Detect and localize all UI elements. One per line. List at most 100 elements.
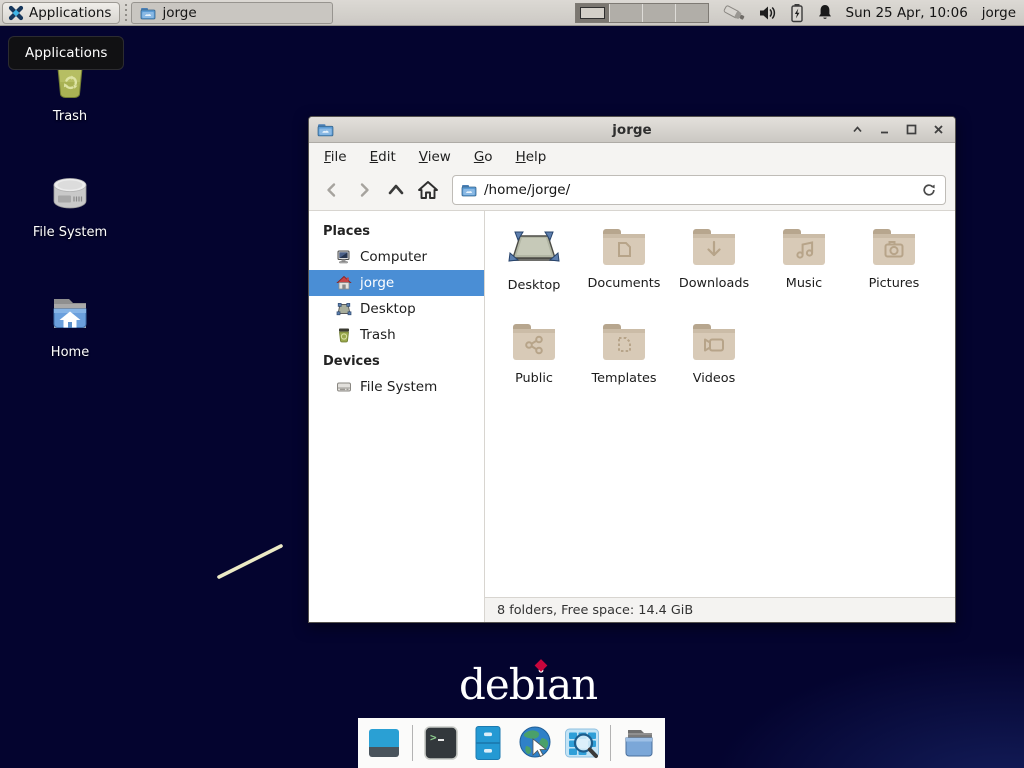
menu-edit[interactable]: Edit bbox=[370, 149, 396, 165]
pictures-folder-icon bbox=[870, 225, 918, 271]
svg-text:>: > bbox=[430, 731, 437, 744]
desktop-icon-label: File System bbox=[33, 225, 107, 240]
sidebar-item-label: File System bbox=[360, 379, 437, 395]
applications-menu-icon bbox=[8, 5, 24, 21]
file-grid: Desktop Documents bbox=[485, 211, 955, 597]
computer-icon bbox=[336, 249, 352, 265]
menu-help[interactable]: Help bbox=[516, 149, 547, 165]
back-button[interactable] bbox=[318, 176, 346, 204]
application-finder-icon bbox=[563, 724, 601, 762]
applications-menu-button[interactable]: Applications bbox=[2, 2, 120, 24]
statusbar: 8 folders, Free space: 14.4 GiB bbox=[485, 597, 955, 622]
menu-view[interactable]: View bbox=[419, 149, 451, 165]
file-item-downloads[interactable]: Downloads bbox=[669, 225, 759, 320]
terminal-launcher[interactable]: > bbox=[422, 724, 460, 762]
terminal-icon: > bbox=[422, 724, 460, 762]
maximize-button[interactable] bbox=[903, 121, 920, 138]
menu-file[interactable]: File bbox=[324, 149, 347, 165]
home-button[interactable] bbox=[414, 176, 442, 204]
close-button[interactable] bbox=[930, 121, 947, 138]
workspace-2[interactable] bbox=[609, 4, 642, 22]
volume-icon[interactable] bbox=[758, 4, 778, 22]
forward-button[interactable] bbox=[350, 176, 378, 204]
file-label: Videos bbox=[693, 371, 736, 386]
file-item-pictures[interactable]: Pictures bbox=[849, 225, 939, 320]
taskbar-button-jorge[interactable]: jorge bbox=[131, 2, 333, 24]
reload-icon[interactable] bbox=[921, 182, 937, 198]
file-item-documents[interactable]: Documents bbox=[579, 225, 669, 320]
desktop-icon-label: Home bbox=[51, 345, 89, 360]
file-label: Downloads bbox=[679, 276, 749, 291]
file-label: Documents bbox=[588, 276, 661, 291]
file-item-public[interactable]: Public bbox=[489, 320, 579, 415]
desktop-icon bbox=[507, 225, 561, 273]
taskbar-button-label: jorge bbox=[162, 5, 196, 21]
toolbar: /home/jorge/ bbox=[309, 170, 955, 211]
sidebar-item-computer[interactable]: Computer bbox=[309, 244, 484, 270]
debian-logo-text: an bbox=[547, 660, 597, 709]
stylus-tool-icon[interactable] bbox=[721, 3, 747, 23]
file-manager-launcher[interactable] bbox=[469, 724, 507, 762]
battery-icon[interactable] bbox=[789, 3, 805, 23]
up-button[interactable] bbox=[382, 176, 410, 204]
hard-drive-icon bbox=[336, 379, 352, 395]
videos-folder-icon bbox=[690, 320, 738, 366]
web-browser-launcher[interactable] bbox=[516, 724, 554, 762]
statusbar-text: 8 folders, Free space: 14.4 GiB bbox=[497, 603, 693, 618]
dock-separator bbox=[412, 725, 413, 761]
location-bar[interactable]: /home/jorge/ bbox=[452, 175, 946, 205]
workspace-window-preview bbox=[580, 7, 605, 19]
folder-icon bbox=[140, 5, 156, 21]
file-item-desktop[interactable]: Desktop bbox=[489, 225, 579, 320]
file-label: Music bbox=[786, 276, 822, 291]
panel-clock[interactable]: Sun 25 Apr, 10:06 bbox=[846, 5, 968, 21]
sidebar-item-label: Computer bbox=[360, 249, 427, 265]
folder-icon bbox=[461, 182, 477, 198]
system-tray bbox=[721, 3, 834, 23]
minimize-button[interactable] bbox=[876, 121, 893, 138]
workspace-1[interactable] bbox=[576, 4, 609, 22]
show-desktop-launcher[interactable] bbox=[365, 724, 403, 762]
music-folder-icon bbox=[780, 225, 828, 271]
notifications-bell-icon[interactable] bbox=[816, 3, 834, 22]
templates-folder-icon bbox=[600, 320, 648, 366]
application-finder-launcher[interactable] bbox=[563, 724, 601, 762]
sidebar-item-jorge[interactable]: jorge bbox=[309, 270, 484, 296]
panel-handle[interactable] bbox=[122, 4, 129, 22]
file-label: Templates bbox=[591, 371, 656, 386]
sidebar-item-desktop[interactable]: Desktop bbox=[309, 296, 484, 322]
shade-button[interactable] bbox=[849, 121, 866, 138]
desktop-icon-file-system[interactable]: File System bbox=[10, 170, 130, 240]
window-titlebar[interactable]: jorge bbox=[309, 117, 955, 143]
file-item-music[interactable]: Music bbox=[759, 225, 849, 320]
workspace-3[interactable] bbox=[642, 4, 675, 22]
sidebar-item-file-system[interactable]: File System bbox=[309, 374, 484, 400]
documents-folder-icon bbox=[600, 225, 648, 271]
menubar: File Edit View Go Help bbox=[309, 143, 955, 170]
file-item-videos[interactable]: Videos bbox=[669, 320, 759, 415]
file-item-templates[interactable]: Templates bbox=[579, 320, 669, 415]
show-desktop-icon bbox=[365, 724, 403, 762]
sidebar-item-trash[interactable]: Trash bbox=[309, 322, 484, 348]
desktop-icon bbox=[336, 301, 352, 317]
debian-logo-text: deb bbox=[459, 660, 535, 709]
location-path[interactable]: /home/jorge/ bbox=[484, 182, 914, 198]
file-label: Desktop bbox=[508, 278, 561, 293]
file-manager-window: jorge File Edit View Go Help bbox=[308, 116, 956, 623]
top-panel: Applications jorge bbox=[0, 0, 1024, 26]
web-browser-globe-icon bbox=[516, 724, 554, 762]
trash-icon bbox=[336, 327, 352, 343]
menu-go[interactable]: Go bbox=[474, 149, 493, 165]
workspace-4[interactable] bbox=[675, 4, 708, 22]
file-label: Pictures bbox=[869, 276, 920, 291]
desktop-icon-home[interactable]: Home bbox=[10, 290, 130, 360]
sidebar-header-devices: Devices bbox=[309, 348, 484, 374]
applications-menu-label: Applications bbox=[29, 5, 111, 21]
debian-logo: debian bbox=[459, 660, 597, 709]
public-folder-icon bbox=[510, 320, 558, 366]
sidebar: Places Computer jorge bbox=[309, 211, 485, 622]
applications-tooltip: Applications bbox=[8, 36, 124, 70]
workspace-switcher[interactable] bbox=[575, 3, 709, 23]
panel-username[interactable]: jorge bbox=[982, 5, 1016, 21]
directory-menu-launcher[interactable] bbox=[620, 724, 658, 762]
